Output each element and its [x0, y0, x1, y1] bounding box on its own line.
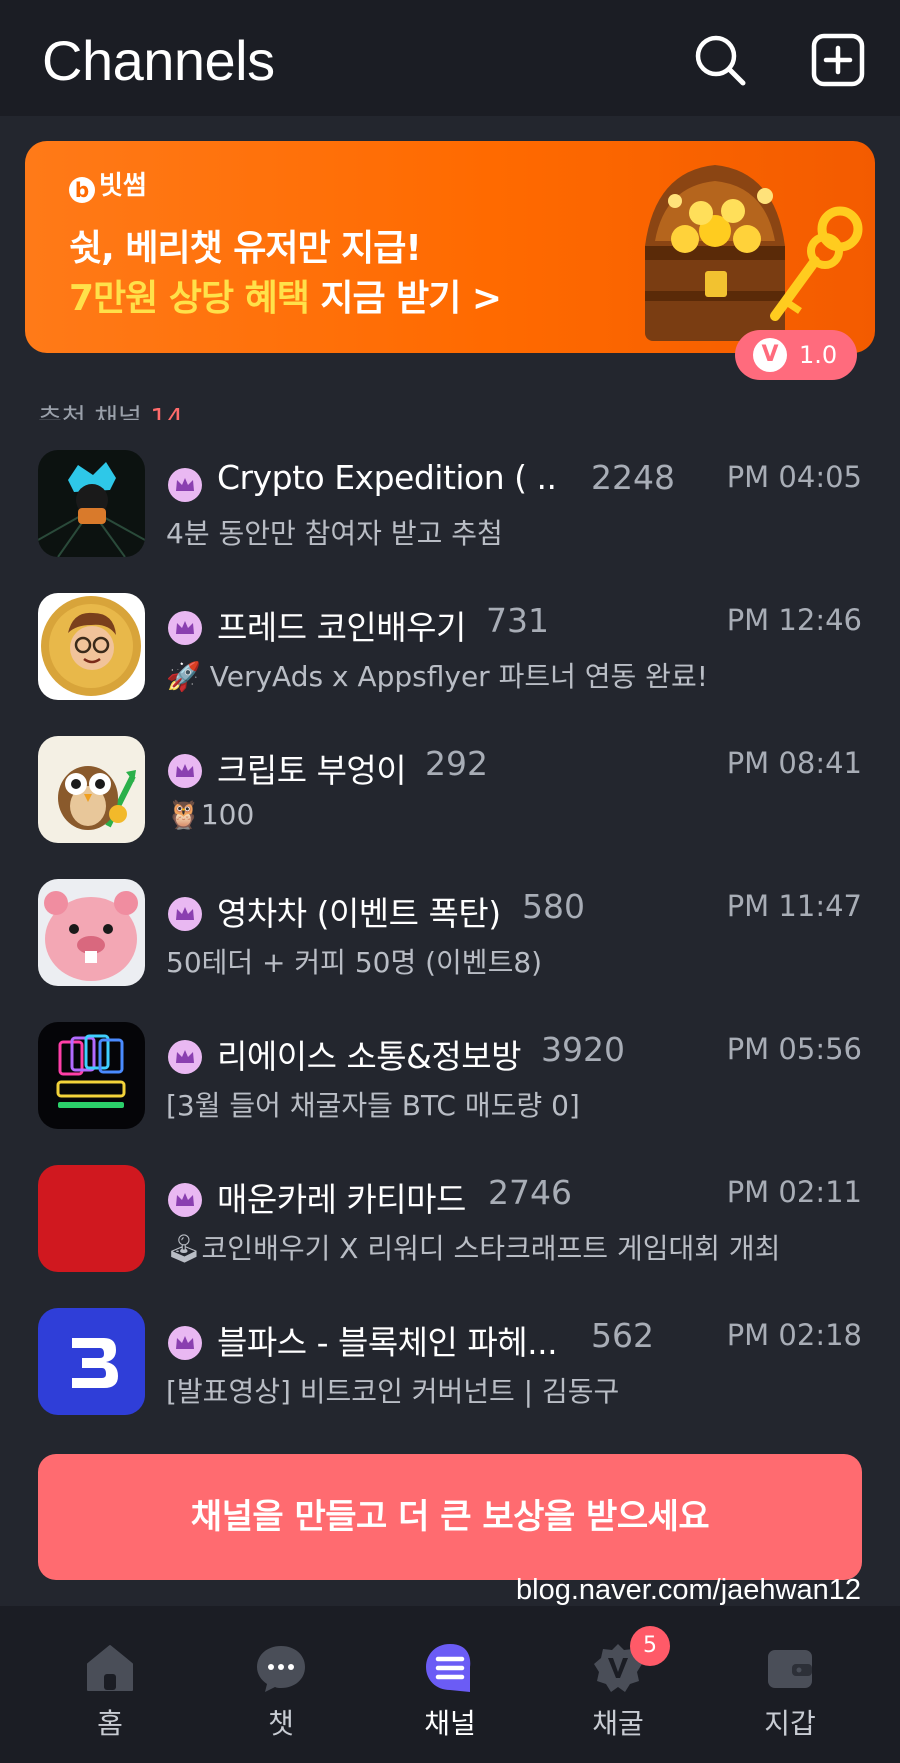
crown-icon	[168, 1040, 202, 1074]
search-icon[interactable]	[690, 30, 750, 90]
channel-row[interactable]: Crypto Expedition ( ... 2248 PM 04:05 4분…	[0, 450, 900, 593]
last-message-preview: [발표영상] 비트코인 커버넌트 | 김동구	[166, 1375, 620, 1408]
channel-row[interactable]: 프레드 코인배우기 731 PM 12:46 🚀 VeryAds x Appsf…	[0, 593, 900, 736]
section-label: 추천 채널 14	[38, 398, 183, 420]
channel-row[interactable]: 리에이스 소통&정보방 3920 PM 05:56 [3월 들어 채굴자들 BT…	[0, 1022, 900, 1165]
app-root: Channels b 빗썸 쉿, 베리챗 유저만 지급! 7만원 상당 혜택 지금…	[0, 0, 900, 1763]
crown-icon	[168, 468, 202, 502]
nav-channel-label: 채널	[424, 1707, 476, 1740]
member-count: 2746	[488, 1173, 572, 1212]
last-message-time: PM 11:47	[726, 889, 862, 923]
chat-icon	[257, 1646, 305, 1692]
bithumb-logo-icon: b	[69, 177, 95, 203]
nav-home[interactable]: 홈	[20, 1606, 200, 1763]
nav-wallet[interactable]: 지갑	[700, 1606, 880, 1763]
bottom-nav: 홈 챗 채널 채굴 5 지갑	[0, 1606, 900, 1763]
last-message-preview: 🚀 VeryAds x Appsflyer 파트너 연동 완료!	[166, 660, 708, 693]
nav-mining-label: 채굴	[592, 1707, 644, 1740]
nav-wallet-label: 지갑	[764, 1707, 816, 1740]
last-message-preview: 50테더 + 커피 50명 (이벤트8)	[166, 946, 543, 979]
channel-name: 크립토 부엉이	[217, 751, 407, 790]
member-count: 3920	[541, 1030, 625, 1069]
new-channel-icon[interactable]	[808, 30, 868, 90]
last-message-time: PM 02:11	[726, 1175, 862, 1209]
crown-icon	[168, 754, 202, 788]
section-title: 추천 채널	[38, 404, 151, 420]
last-message-time: PM 04:05	[726, 460, 862, 494]
banner-brand: b 빗썸	[69, 165, 147, 203]
crown-icon	[168, 1183, 202, 1217]
channel-row[interactable]: 블파스 - 블록체인 파헤... 562 PM 02:18 [발표영상] 비트코…	[0, 1308, 900, 1451]
v-token-icon: V	[753, 338, 787, 372]
last-message-time: PM 12:46	[726, 603, 862, 637]
channel-row[interactable]: 매운카레 카티마드 2746 PM 02:11 🕹코인배우기 X 리워디 스타크…	[0, 1165, 900, 1308]
member-count: 562	[591, 1316, 654, 1355]
banner-highlight: 7만원 상당 혜택	[69, 278, 310, 319]
channel-avatar	[38, 1022, 145, 1129]
channel-row[interactable]: 영차차 (이벤트 폭탄) 580 PM 11:47 50테더 + 커피 50명 …	[0, 879, 900, 1022]
nav-channel[interactable]: 채널	[360, 1606, 540, 1763]
member-count: 580	[522, 887, 585, 926]
channel-name: Crypto Expedition ( ...	[217, 458, 557, 497]
last-message-time: PM 02:18	[726, 1318, 862, 1352]
channel-avatar	[38, 450, 145, 557]
notification-badge: 5	[630, 1626, 670, 1666]
channel-avatar	[38, 593, 145, 700]
nav-chat[interactable]: 챗	[191, 1606, 371, 1763]
page-title: Channels	[42, 29, 275, 92]
last-message-time: PM 08:41	[726, 746, 862, 780]
channel-name: 리에이스 소통&정보방	[217, 1037, 521, 1076]
member-count: 2248	[591, 458, 675, 497]
treasure-chest-icon	[645, 165, 863, 341]
channel-name: 영차차 (이벤트 폭탄)	[217, 894, 501, 933]
crown-icon	[168, 897, 202, 931]
nav-chat-label: 챗	[268, 1707, 294, 1740]
last-message-time: PM 05:56	[726, 1032, 862, 1066]
channel-name: 매운카레 카티마드	[217, 1180, 466, 1219]
channel-name: 블파스 - 블록체인 파헤...	[217, 1323, 557, 1362]
member-count: 292	[425, 744, 488, 783]
nav-home-label: 홈	[97, 1707, 123, 1740]
wallet-icon	[768, 1650, 812, 1688]
last-message-preview: 🕹코인배우기 X 리워디 스타크래프트 게임대회 개최	[166, 1232, 781, 1265]
last-message-preview: 4분 동안만 참여자 받고 추첨	[166, 517, 503, 550]
section-count: 14	[150, 404, 184, 420]
banner-brand-text: 빗썸	[99, 171, 147, 201]
promo-banner[interactable]: b 빗썸 쉿, 베리챗 유저만 지급! 7만원 상당 혜택 지금 받기 >	[25, 141, 875, 353]
crown-icon	[168, 611, 202, 645]
nav-mining[interactable]: 채굴	[528, 1606, 708, 1763]
channel-avatar	[38, 1308, 145, 1415]
last-message-preview: 🦉100	[166, 798, 255, 831]
points-value: 1.0	[799, 341, 838, 369]
channel-row[interactable]: 크립토 부엉이 292 PM 08:41 🦉100	[0, 736, 900, 879]
banner-subline-rest: 지금 받기 >	[308, 278, 502, 319]
member-count: 731	[486, 601, 549, 640]
last-message-preview: [3월 들어 채굴자들 BTC 매도량 0]	[166, 1089, 580, 1122]
banner-headline: 쉿, 베리챗 유저만 지급!	[69, 228, 422, 269]
home-icon	[87, 1645, 133, 1691]
channel-name: 프레드 코인배우기	[217, 608, 466, 647]
channel-avatar	[38, 879, 145, 986]
top-header: Channels	[0, 0, 900, 116]
create-channel-button[interactable]: 채널을 만들고 더 큰 보상을 받으세요	[38, 1454, 862, 1580]
channel-icon	[426, 1644, 471, 1692]
channel-avatar	[38, 1165, 145, 1272]
channel-avatar	[38, 736, 145, 843]
crown-icon	[168, 1326, 202, 1360]
banner-subline: 7만원 상당 혜택 지금 받기 >	[69, 269, 502, 321]
points-badge[interactable]: V 1.0	[735, 330, 857, 380]
watermark-text: blog.naver.com/jaehwan12	[516, 1574, 862, 1606]
